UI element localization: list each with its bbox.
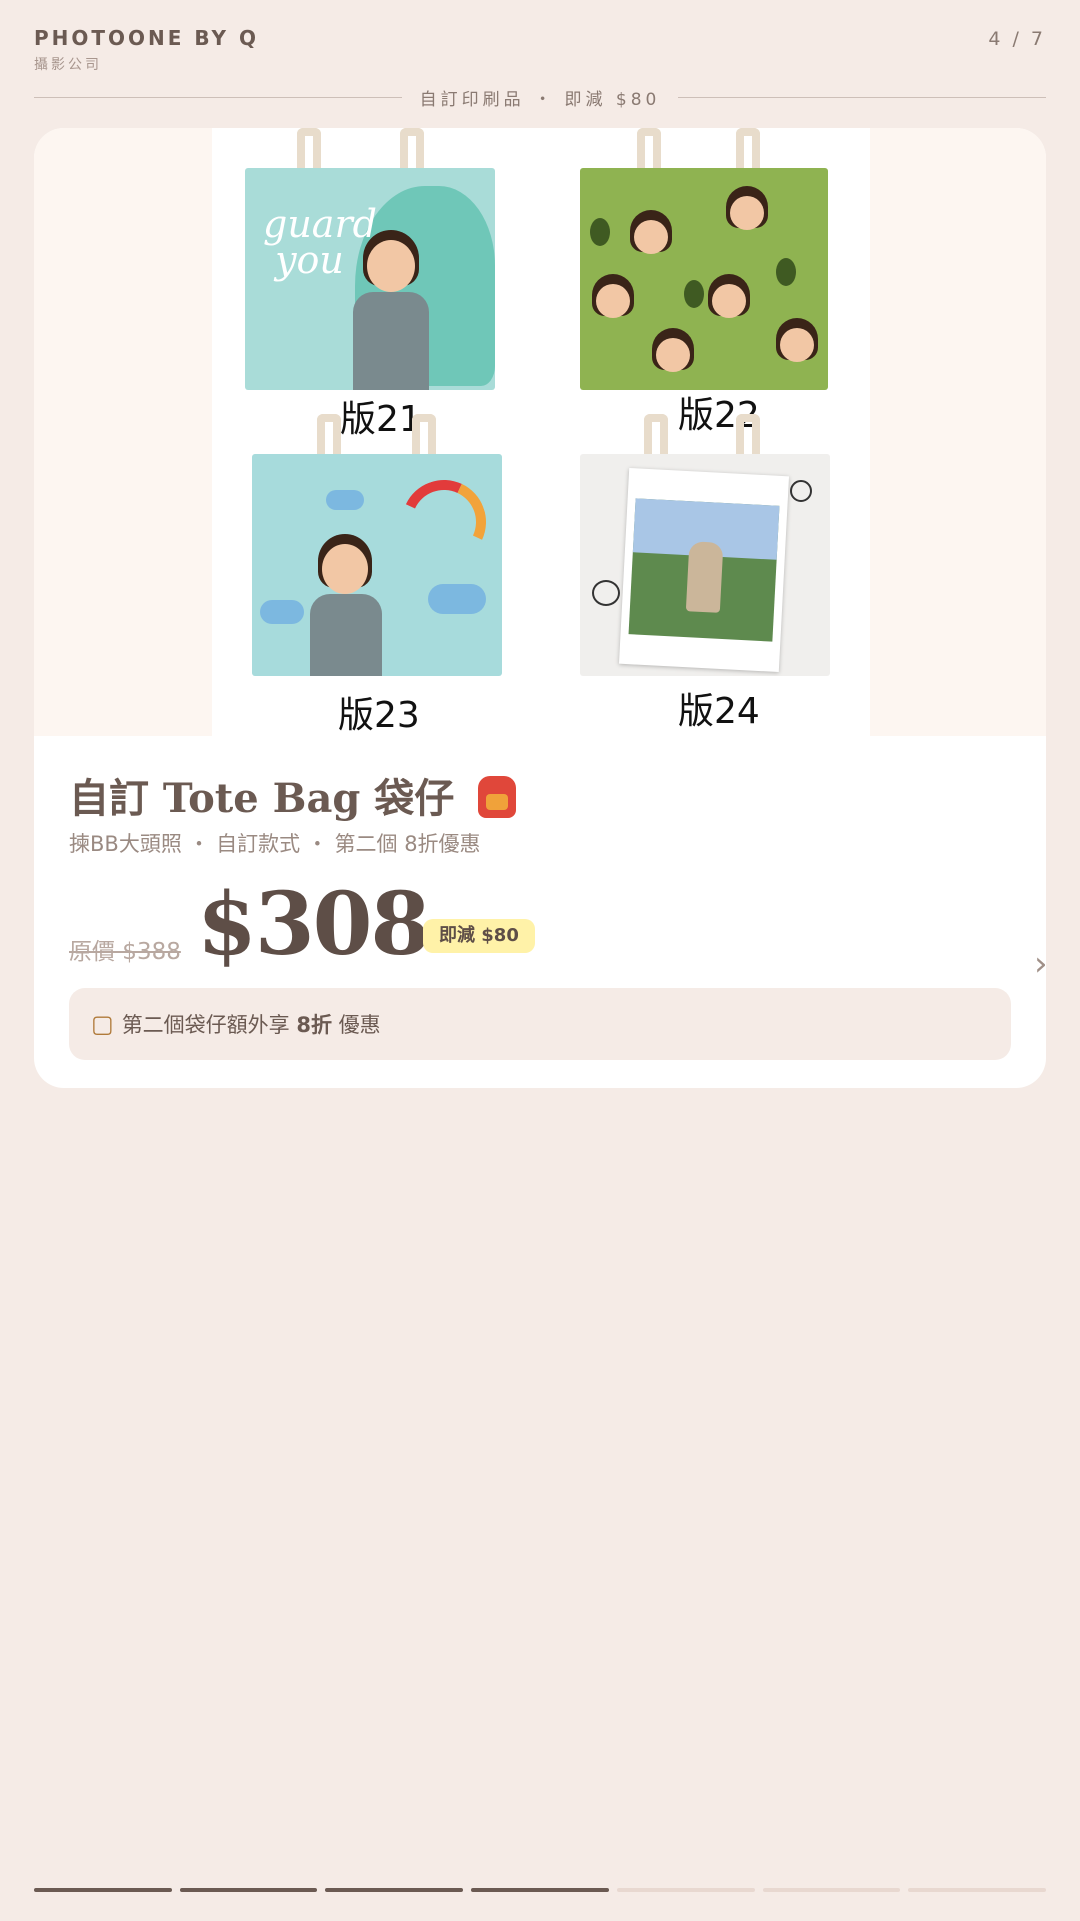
progress-segment: [325, 1888, 464, 1892]
bag-label-23: 版23: [338, 695, 420, 736]
discount-badge: 即減 $80: [423, 919, 535, 953]
next-arrow-icon[interactable]: ›: [1034, 944, 1048, 984]
progress-segment: [471, 1888, 609, 1892]
handbag-icon: ▢: [91, 1010, 114, 1038]
cloud-icon: [326, 490, 364, 510]
avocado-icon: [590, 218, 610, 246]
face-sticker: [656, 338, 690, 372]
section-label: 自訂印刷品 ・ 即減 $80: [419, 89, 661, 110]
product-title-text: 自訂 Tote Bag 袋仔: [69, 775, 455, 822]
brand-subtitle: 攝影公司: [34, 57, 102, 73]
heart-bubble-icon: [592, 580, 620, 606]
instagram-frame: [618, 467, 790, 673]
hero-image-area: guard you 版21 版22 版23 版24: [34, 128, 1046, 736]
tote-bag-22: [580, 168, 828, 390]
face-sticker: [712, 284, 746, 318]
brand: PHOTOONE BY Q 攝影公司: [34, 26, 259, 74]
original-price: 原價 $388: [69, 939, 181, 965]
promo-prefix: 第二個袋仔額外享: [121, 1013, 297, 1037]
tote-bag-24: [580, 454, 830, 676]
sale-price: $308: [197, 874, 430, 975]
product-photo: guard you 版21 版22 版23 版24: [212, 128, 870, 736]
section-divider: 自訂印刷品 ・ 即減 $80: [34, 84, 1047, 110]
cloud-icon: [260, 600, 304, 624]
divider-line-left: [34, 96, 402, 98]
face-sticker: [780, 328, 814, 362]
tote-bag-21: guard you: [245, 168, 495, 390]
progress-segment: [34, 1888, 172, 1892]
promo-text: 第二個袋仔額外享 8折 優惠: [122, 1009, 381, 1039]
backpack-icon: [478, 776, 517, 818]
avocado-icon: [776, 258, 796, 286]
progress-segment: [179, 1888, 318, 1892]
promo-suffix: 優惠: [332, 1013, 381, 1037]
frame-photo: [628, 498, 780, 642]
story-progress: [34, 1888, 1047, 1892]
brand-name: PHOTOONE BY Q: [34, 26, 260, 50]
heart-bubble-icon: [790, 480, 812, 502]
divider-line-right: [678, 96, 1047, 98]
progress-segment: [616, 1888, 755, 1892]
face-sticker: [596, 284, 630, 318]
rainbow-illustration: [390, 468, 498, 576]
guard-you-artwork: guard you: [263, 202, 377, 282]
page-counter: 4 / 7: [988, 28, 1046, 50]
tote-bag-23: [252, 454, 502, 676]
product-subtitle: 揀BB大頭照 ・ 自訂款式 ・ 第二個 8折優惠: [69, 832, 481, 856]
child-outfit: [310, 594, 382, 676]
face-sticker: [634, 220, 668, 254]
face-sticker: [730, 196, 764, 230]
avocado-icon: [684, 280, 704, 308]
child-outfit: [353, 292, 429, 390]
progress-segment: [908, 1888, 1047, 1892]
promo-highlight: 8折: [296, 1013, 332, 1037]
product-title: 自訂 Tote Bag 袋仔: [69, 766, 517, 824]
child-face: [367, 240, 415, 292]
bag-label-24: 版24: [678, 691, 760, 732]
promo-banner: ▢ 第二個袋仔額外享 8折 優惠: [69, 988, 1011, 1060]
cloud-icon: [428, 584, 486, 614]
bag-label-21: 版21: [340, 399, 422, 440]
product-card[interactable]: guard you 版21 版22 版23 版24 自訂 Tote Bag 袋仔…: [34, 128, 1046, 1088]
progress-segment: [762, 1888, 901, 1892]
child-face: [322, 544, 368, 594]
child-figure: [685, 541, 724, 613]
product-info: 自訂 Tote Bag 袋仔 揀BB大頭照 ・ 自訂款式 ・ 第二個 8折優惠 …: [34, 736, 1046, 1088]
